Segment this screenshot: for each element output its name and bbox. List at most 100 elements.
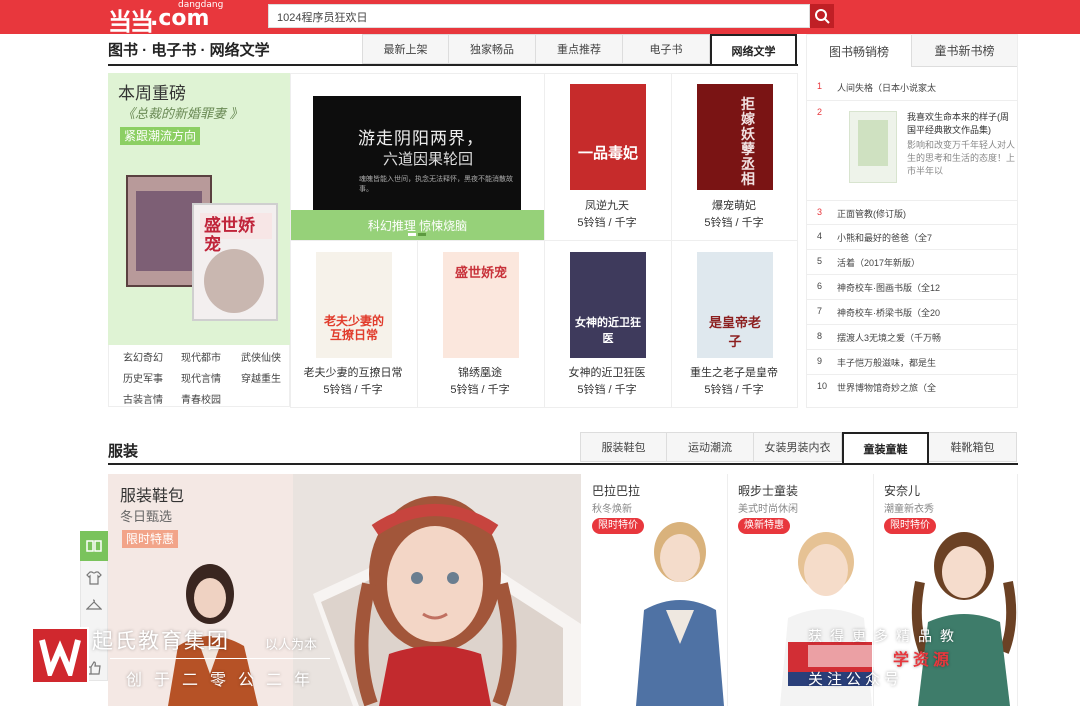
brand-name: 安奈儿 <box>884 484 921 498</box>
logo-domain: .com <box>150 6 210 31</box>
banner-line2: 六道因果轮回 <box>383 150 474 168</box>
rank-title: 丰子恺万般滋味，都是生 <box>837 358 937 368</box>
book-cover[interactable]: 老夫少妻的互撩日常 <box>316 252 392 358</box>
cover-title: 拒嫁妖孽丞相 <box>741 97 755 188</box>
rank-item[interactable]: 5 活着（2017年新版） <box>807 250 1017 275</box>
brand-slogan: 潮童新衣秀 <box>884 504 934 515</box>
books-divider <box>108 64 798 66</box>
clothing-divider <box>108 463 1018 465</box>
book-cover[interactable]: 拒嫁妖孽丞相 <box>697 84 773 190</box>
books-tabs: 最新上架 独家畅品 重点推荐 电子书 网络文学 <box>362 34 797 66</box>
book-cover[interactable]: 女神的近卫狂医 <box>570 252 646 358</box>
rank-item[interactable]: 7 神奇校车·桥梁书版（全20 <box>807 300 1017 325</box>
genre-link[interactable]: 穿越重生 <box>241 370 281 385</box>
banner-pager[interactable] <box>408 233 426 236</box>
book-price: 5铃铛 / 千字 <box>704 217 764 229</box>
rank-title: 神奇校车·桥梁书版（全20 <box>837 308 941 318</box>
book-price: 5铃铛 / 千字 <box>704 384 764 396</box>
genre-link[interactable]: 古装言情 <box>123 391 163 406</box>
search-button[interactable] <box>810 4 834 28</box>
book-price: 5铃铛 / 千字 <box>577 384 637 396</box>
rank-title: 活着（2017年新版） <box>837 258 921 268</box>
watermark-promo-line3: 关注公众号 <box>808 671 904 688</box>
book-cover[interactable]: 一品毒妃 <box>570 84 646 190</box>
tab-ebooks[interactable]: 电子书 <box>623 34 710 64</box>
rank-detail-desc: 影响和改变万千年轻人对人生的思考和生活的态度！上市半年以 <box>907 140 1016 176</box>
watermark-founded: 创于二零公二年 <box>126 672 323 689</box>
dangdang-logo[interactable]: 当当 dangdang .com <box>106 0 223 36</box>
book-title[interactable]: 女神的近卫狂医 <box>547 364 667 380</box>
kids-banner-image[interactable] <box>293 474 581 706</box>
cover-title: 女神的近卫狂医 <box>575 317 641 345</box>
rank-title: 世界博物馆奇妙之旅（全 <box>837 383 937 393</box>
genre-link[interactable]: 青春校园 <box>181 391 221 406</box>
search-input[interactable]: 1024程序员狂欢日 <box>268 4 810 28</box>
tab-web-literature[interactable]: 网络文学 <box>710 34 797 66</box>
tshirt-icon[interactable] <box>86 570 102 586</box>
book-icon <box>86 540 102 552</box>
tab-apparel[interactable]: 服装鞋包 <box>580 432 667 462</box>
tab-latest[interactable]: 最新上架 <box>362 34 449 64</box>
genre-link[interactable]: 现代都市 <box>181 349 221 364</box>
ranking-panel: 图书畅销榜 童书新书榜 1 人间失格（日本小说家太 2 我喜欢生命本来的样子(周… <box>806 34 1018 408</box>
rank-number: 9 <box>817 356 823 366</box>
tab-shoes-bags[interactable]: 鞋靴箱包 <box>929 432 1017 462</box>
pager-dot[interactable] <box>418 233 426 236</box>
rank-number: 3 <box>817 207 823 217</box>
logo-mark: 当当 <box>108 8 154 36</box>
tab-kids[interactable]: 童装童鞋 <box>842 432 929 464</box>
feature-subtitle: 《总裁的新婚罪妻 》 <box>122 106 243 121</box>
rank-number: 2 <box>817 107 823 117</box>
book-title[interactable]: 重生之老子是皇帝 <box>674 364 794 380</box>
tab-women-men[interactable]: 女装男装内衣 <box>754 432 842 462</box>
tab-bestseller[interactable]: 图书畅销榜 <box>807 35 912 67</box>
banner-line1: 游走阴阳两界， <box>358 129 484 149</box>
rank-item[interactable]: 6 神奇校车·图画书版（全12 <box>807 275 1017 300</box>
rank-title: 正面管教(修订版) <box>837 209 906 219</box>
rank-title: 摆渡人3无境之爱（千万畅 <box>837 333 942 343</box>
promo-banner[interactable]: 游走阴阳两界， 六道因果轮回 魂魄皆能入世间，执念无法释怀，黑夜不能消散故事。 <box>313 96 521 210</box>
rank-item[interactable]: 9 丰子恺万般滋味，都是生 <box>807 350 1017 375</box>
rank-thumb <box>849 111 897 183</box>
genre-link[interactable]: 历史军事 <box>123 370 163 385</box>
clothing-tabs: 服装鞋包 运动潮流 女装男装内衣 童装童鞋 鞋靴箱包 <box>580 432 1017 464</box>
tab-recommended[interactable]: 重点推荐 <box>536 34 623 64</box>
genre-link[interactable]: 现代言情 <box>181 370 221 385</box>
book-price: 5铃铛 / 千字 <box>323 384 383 396</box>
rank-item[interactable]: 1 人间失格（日本小说家太 <box>807 75 1017 101</box>
rank-item[interactable]: 4 小熊和最好的爸爸（全7 <box>807 225 1017 250</box>
rank-item[interactable]: 10 世界博物馆奇妙之旅（全 <box>807 375 1017 400</box>
brand-name: 暇步士童装 <box>738 484 799 498</box>
tab-children-new[interactable]: 童书新书榜 <box>912 35 1017 67</box>
pager-dot[interactable] <box>408 233 416 236</box>
clothing-feature-heading: 服装鞋包 <box>120 488 185 505</box>
tab-sports[interactable]: 运动潮流 <box>667 432 754 462</box>
rank-item[interactable]: 3 正面管教(修订版) <box>807 201 1017 225</box>
book-title[interactable]: 锦绣凰途 <box>420 364 540 380</box>
feature-tag: 紧跟潮流方向 <box>120 127 201 145</box>
rank-item-expanded[interactable]: 2 我喜欢生命本来的样子(周国平经典散文作品集) 影响和改变万千年轻人对人生的思… <box>807 101 1017 201</box>
rank-title: 小熊和最好的爸爸（全7 <box>837 233 933 243</box>
genre-link[interactable]: 玄幻奇幻 <box>123 349 163 364</box>
kid-model-image <box>636 522 724 706</box>
book-title[interactable]: 凤逆九天 <box>547 197 667 213</box>
watermark-promo-line2: 学资源 <box>893 652 954 669</box>
rank-detail-title: 我喜欢生命本来的样子(周国平经典散文作品集) <box>907 112 1009 135</box>
brand-card[interactable]: 巴拉巴拉 秋冬焕新 限时特价 <box>582 474 728 706</box>
genre-link[interactable]: 武侠仙侠 <box>241 349 281 364</box>
rank-item[interactable]: 8 摆渡人3无境之爱（千万畅 <box>807 325 1017 350</box>
book-title[interactable]: 老夫少妻的互撩日常 <box>293 364 413 380</box>
w-logo-icon <box>39 638 81 676</box>
books-nav-button[interactable] <box>80 531 108 561</box>
brand-divider <box>1017 474 1018 706</box>
book-cover[interactable]: 是皇帝老子 <box>697 252 773 358</box>
watermark-slogan: 以人为本 <box>265 637 318 652</box>
book-title[interactable]: 爆宠萌妃 <box>674 197 794 213</box>
hanger-icon[interactable] <box>86 598 102 614</box>
tab-exclusive[interactable]: 独家畅品 <box>449 34 536 64</box>
weekly-feature-panel[interactable]: 本周重磅 《总裁的新婚罪妻 》 紧跟潮流方向 盛世娇宠 <box>108 73 290 345</box>
book-cover[interactable]: 盛世娇宠 <box>443 252 519 358</box>
banner-line3: 魂魄皆能入世间，执念无法释怀，黑夜不能消散故事。 <box>359 176 513 193</box>
watermark-box <box>808 645 878 667</box>
clothing-feature-tag: 限时特惠 <box>122 530 179 548</box>
